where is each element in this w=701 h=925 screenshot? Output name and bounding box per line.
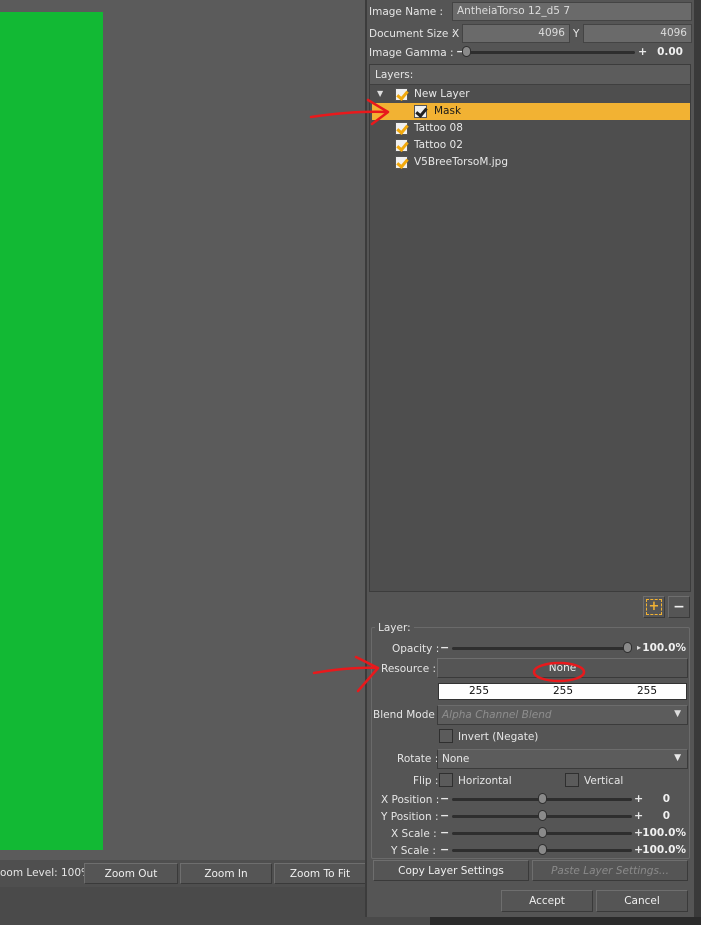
arrow-annotation-resource bbox=[312, 666, 380, 675]
arrow-head-resource bbox=[354, 655, 380, 693]
annotation-overlay bbox=[309, 98, 586, 693]
arrow-annotation-mask bbox=[309, 110, 388, 119]
circle-annotation-none bbox=[532, 661, 586, 683]
